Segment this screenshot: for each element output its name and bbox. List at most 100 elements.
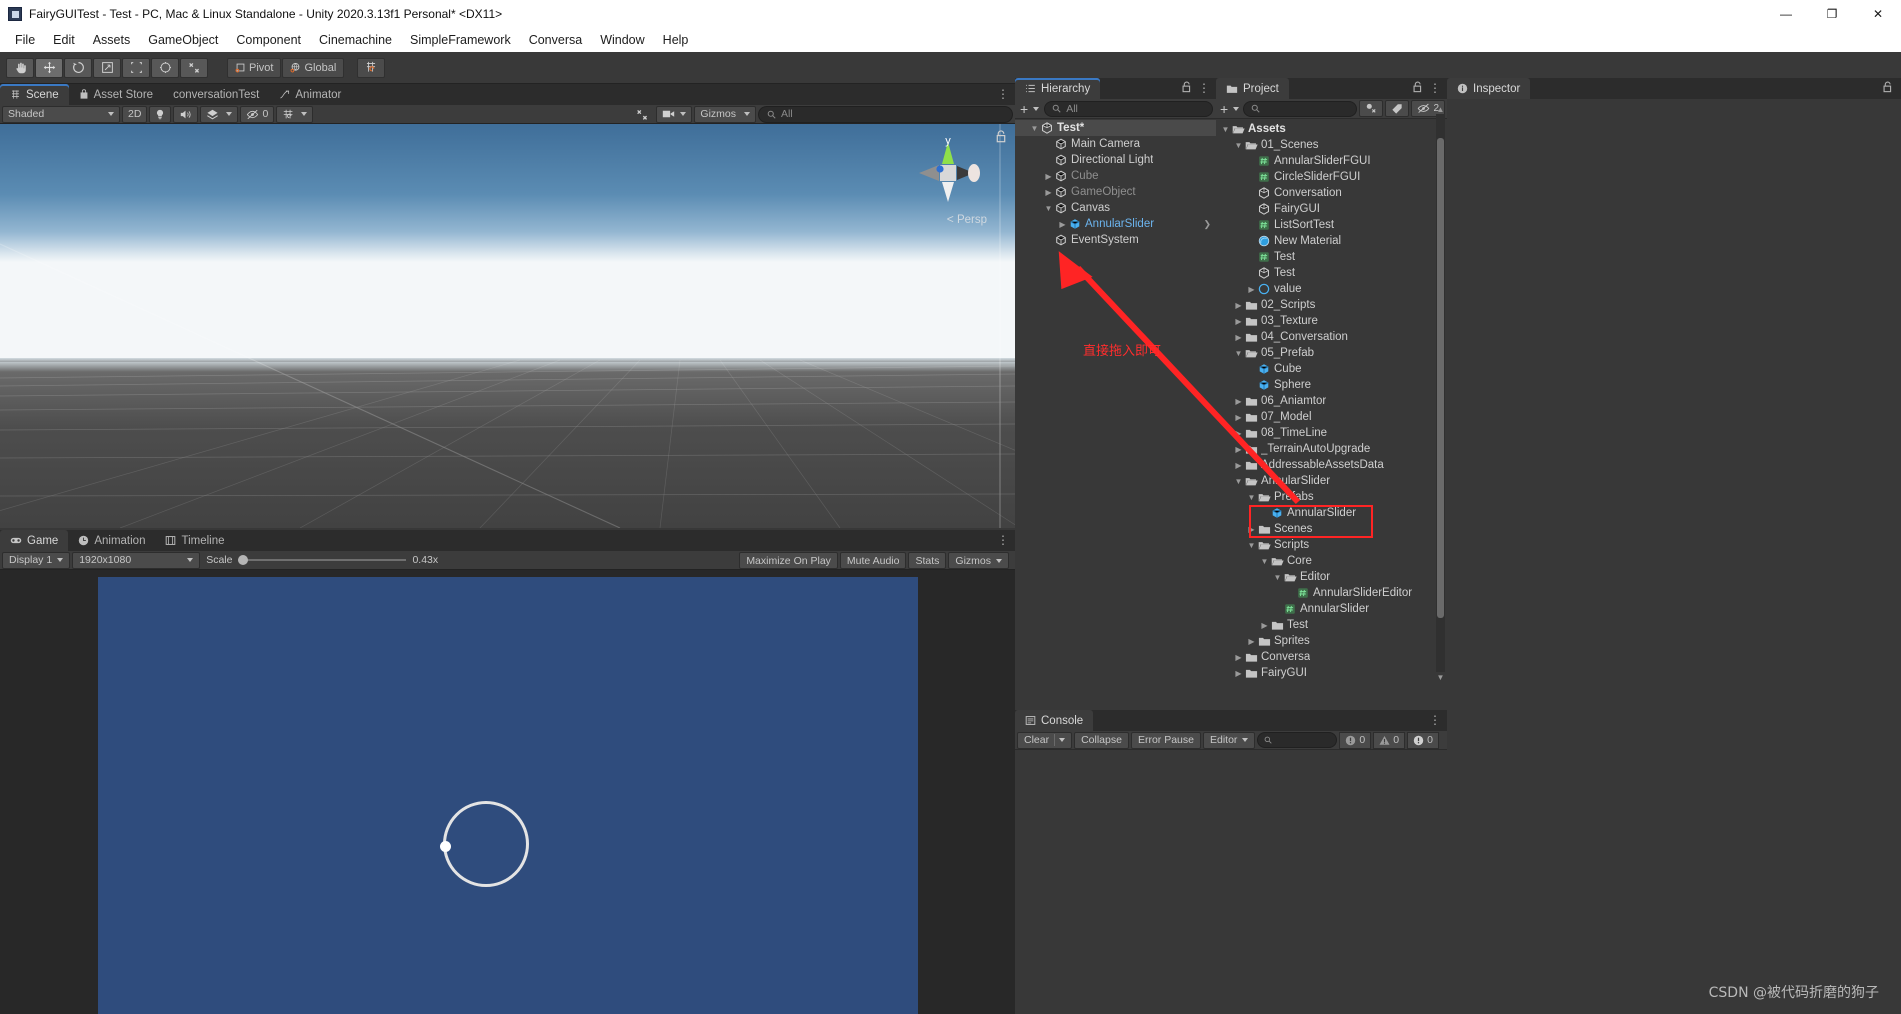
project-item-row[interactable]: ▼ Core — [1216, 553, 1447, 569]
tab-conversation-test[interactable]: conversationTest — [163, 84, 269, 105]
scene-lighting-toggle[interactable] — [149, 105, 172, 123]
mute-audio-button[interactable]: Mute Audio — [839, 552, 907, 569]
tree-right-arrow-icon[interactable]: ▶ — [1233, 301, 1244, 310]
project-item-row[interactable]: Test — [1216, 265, 1447, 281]
tab-console[interactable]: Console — [1015, 710, 1094, 731]
menu-item-assets[interactable]: Assets — [84, 31, 140, 49]
game-options-menu[interactable]: ⋮ — [997, 533, 1009, 547]
hierarchy-item-row[interactable]: ▼ Test* — [1015, 120, 1216, 136]
toggle-2d-button[interactable]: 2D — [122, 105, 148, 123]
scene-fx-dropdown[interactable] — [200, 105, 239, 123]
project-item-row[interactable]: AnnularSliderEditor — [1216, 585, 1447, 601]
tab-project[interactable]: Project — [1216, 78, 1289, 99]
project-item-row[interactable]: Test — [1216, 249, 1447, 265]
tree-right-arrow-icon[interactable]: ▶ — [1233, 413, 1244, 422]
transform-tool-button[interactable] — [151, 57, 179, 78]
console-error-count[interactable]: 0 — [1407, 731, 1439, 749]
tree-right-arrow-icon[interactable]: ▶ — [1233, 333, 1244, 342]
project-item-row[interactable]: ▼ AnnularSlider — [1216, 473, 1447, 489]
console-options-menu[interactable]: ⋮ — [1429, 713, 1441, 727]
hierarchy-item-row[interactable]: Directional Light — [1015, 152, 1216, 168]
tree-expand-right-icon[interactable]: ❯ — [1203, 219, 1211, 230]
game-gizmos-dropdown[interactable]: Gizmos — [948, 552, 1009, 569]
project-scroll-up-icon[interactable]: ▲ — [1436, 104, 1445, 114]
hand-tool-button[interactable] — [6, 57, 34, 78]
scene-audio-toggle[interactable] — [173, 105, 199, 123]
project-item-row[interactable]: ▶ 08_TimeLine — [1216, 425, 1447, 441]
tree-down-arrow-icon[interactable]: ▼ — [1233, 349, 1244, 358]
tab-game[interactable]: Game — [0, 530, 69, 551]
project-item-row[interactable]: ▼ 01_Scenes — [1216, 137, 1447, 153]
tab-timeline[interactable]: Timeline — [155, 530, 234, 551]
minimize-button[interactable]: — — [1763, 0, 1809, 28]
tree-right-arrow-icon[interactable]: ▶ — [1259, 621, 1270, 630]
display-dropdown[interactable]: Display 1 — [2, 551, 71, 569]
scale-tool-button[interactable] — [93, 57, 121, 78]
project-item-row[interactable]: ListSortTest — [1216, 217, 1447, 233]
console-warning-count[interactable]: 0 — [1373, 731, 1406, 749]
annular-slider-knob[interactable] — [440, 841, 451, 852]
project-item-row[interactable]: CircleSliderFGUI — [1216, 169, 1447, 185]
maximize-button[interactable]: ❐ — [1809, 0, 1855, 28]
console-error-pause-button[interactable]: Error Pause — [1130, 731, 1201, 749]
type-filter-icon[interactable] — [1359, 100, 1384, 117]
tree-down-arrow-icon[interactable]: ▼ — [1233, 477, 1244, 486]
tree-down-arrow-icon[interactable]: ▼ — [1029, 124, 1040, 133]
tree-down-arrow-icon[interactable]: ▼ — [1220, 125, 1231, 134]
scene-perspective-label[interactable]: < Persp — [947, 212, 987, 226]
tab-scene[interactable]: Scene — [0, 84, 69, 105]
scene-options-menu[interactable]: ⋮ — [997, 87, 1009, 101]
tree-right-arrow-icon[interactable]: ▶ — [1233, 397, 1244, 406]
label-filter-icon[interactable] — [1385, 100, 1410, 117]
game-viewport[interactable] — [0, 570, 1015, 1014]
project-options-menu[interactable]: ⋮ — [1429, 81, 1441, 95]
menu-item-conversa[interactable]: Conversa — [520, 31, 592, 49]
project-scroll-thumb[interactable] — [1437, 138, 1444, 618]
hierarchy-item-row[interactable]: ▶ AnnularSlider ❯ — [1015, 216, 1216, 232]
menu-item-edit[interactable]: Edit — [44, 31, 84, 49]
project-item-row[interactable]: ▶ 03_Texture — [1216, 313, 1447, 329]
project-item-row[interactable]: FairyGUI — [1216, 201, 1447, 217]
menu-item-gameobject[interactable]: GameObject — [139, 31, 227, 49]
project-item-row[interactable]: ▶ _TerrainAutoUpgrade — [1216, 441, 1447, 457]
tree-right-arrow-icon[interactable]: ▶ — [1233, 669, 1244, 678]
project-item-row[interactable]: ▶ FairyGUI — [1216, 665, 1447, 681]
rect-tool-button[interactable] — [122, 57, 150, 78]
scene-search-input[interactable]: All — [758, 105, 1013, 123]
project-item-row[interactable]: ▼ Assets — [1216, 121, 1447, 137]
hierarchy-add-button[interactable]: + — [1018, 101, 1041, 117]
project-item-row[interactable]: ▶ 06_Aniamtor — [1216, 393, 1447, 409]
global-button[interactable]: Global — [282, 57, 345, 78]
tree-right-arrow-icon[interactable]: ▶ — [1246, 637, 1257, 646]
stats-button[interactable]: Stats — [908, 552, 947, 569]
scene-tools-icon[interactable] — [631, 106, 654, 123]
scene-gizmos-dropdown[interactable]: Gizmos — [694, 105, 756, 123]
hierarchy-search-input[interactable]: All — [1044, 100, 1213, 117]
menu-item-window[interactable]: Window — [591, 31, 653, 49]
tree-down-arrow-icon[interactable]: ▼ — [1043, 204, 1054, 213]
resolution-dropdown[interactable]: 1920x1080 — [72, 551, 201, 569]
tree-down-arrow-icon[interactable]: ▼ — [1246, 541, 1257, 550]
console-log-list[interactable] — [1015, 750, 1447, 1010]
hierarchy-item-row[interactable]: Main Camera — [1015, 136, 1216, 152]
annular-slider-widget[interactable] — [440, 801, 529, 887]
scale-slider-knob[interactable] — [238, 555, 249, 565]
scale-control[interactable]: Scale 0.43x — [206, 554, 438, 566]
project-add-button[interactable]: + — [1218, 101, 1241, 117]
tree-right-arrow-icon[interactable]: ▶ — [1233, 461, 1244, 470]
scene-viewport[interactable]: y < Persp — [0, 124, 1015, 528]
inspector-lock-icon[interactable] — [1882, 81, 1893, 96]
grid-snap-button[interactable] — [357, 57, 386, 78]
hierarchy-item-row[interactable]: ▶ GameObject — [1015, 184, 1216, 200]
project-item-row[interactable]: ▶ AddressableAssetsData — [1216, 457, 1447, 473]
tree-right-arrow-icon[interactable]: ▶ — [1233, 317, 1244, 326]
console-clear-button[interactable]: Clear — [1017, 731, 1073, 749]
menu-item-help[interactable]: Help — [654, 31, 698, 49]
project-item-row[interactable]: ▶ Conversa — [1216, 649, 1447, 665]
custom-tool-button[interactable] — [180, 57, 208, 78]
project-item-row[interactable]: AnnularSlider — [1216, 601, 1447, 617]
tree-down-arrow-icon[interactable]: ▼ — [1259, 557, 1270, 566]
tree-right-arrow-icon[interactable]: ▶ — [1057, 220, 1068, 229]
scale-slider[interactable] — [238, 555, 407, 565]
project-item-row[interactable]: ▶ 07_Model — [1216, 409, 1447, 425]
